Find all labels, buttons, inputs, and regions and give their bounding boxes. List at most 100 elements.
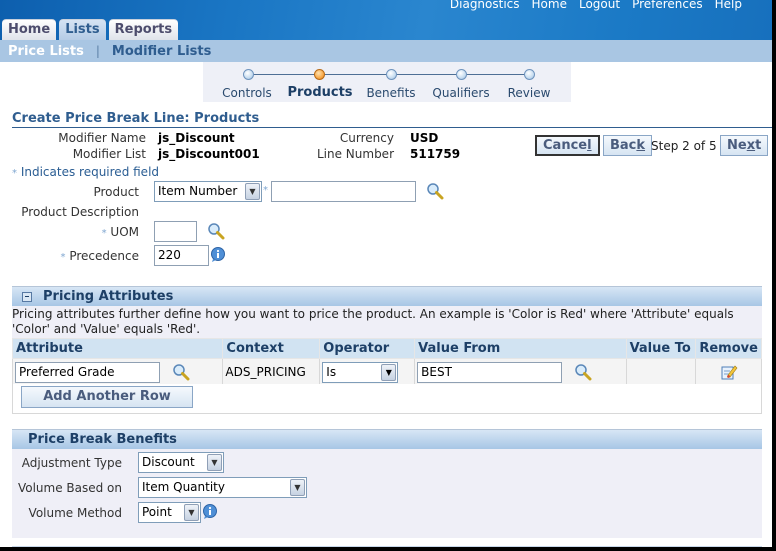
- chevron-down-icon: ▼: [290, 479, 305, 496]
- train-label-controls[interactable]: Controls: [222, 86, 272, 100]
- adjustment-type-select[interactable]: Discount ▼: [138, 452, 224, 473]
- back-accel: k: [636, 138, 646, 153]
- bottom-divider: [12, 546, 762, 547]
- subnav-modifier-lists[interactable]: Modifier Lists: [112, 44, 211, 59]
- page-title: Create Price Break Line: Products: [12, 111, 260, 126]
- branding-bar: Diagnostics Home Logout Preferences Help…: [0, 0, 772, 40]
- table-header-row: Attribute Context Operator Value From Va…: [11, 338, 762, 359]
- volume-based-on-value: Item Quantity: [142, 480, 225, 494]
- search-icon[interactable]: [426, 182, 444, 200]
- next-label: Ne: [727, 138, 747, 153]
- remove-cell: [695, 358, 762, 386]
- price-break-benefits-header: Price Break Benefits: [12, 429, 762, 449]
- pricing-attributes-title: Pricing Attributes: [43, 289, 174, 304]
- operator-cell: Is ▼: [319, 358, 416, 386]
- chevron-down-icon: ▼: [245, 183, 260, 200]
- search-icon[interactable]: [172, 363, 190, 381]
- attribute-cell: Preferred Grade: [11, 358, 224, 386]
- cancel-button[interactable]: Cancel: [535, 135, 600, 156]
- value-from-cell: BEST: [414, 358, 627, 386]
- remove-edit-icon[interactable]: [720, 363, 738, 381]
- column-header-operator: Operator: [319, 338, 416, 359]
- tab-bar: Home Lists Reports: [2, 19, 179, 40]
- chevron-down-icon: ▼: [207, 454, 222, 471]
- currency-value: USD: [410, 131, 439, 145]
- table-row: Preferred Grade ADS_PRICING Is ▼ BEST: [11, 358, 762, 386]
- step-indicator: Step 2 of 5: [651, 139, 717, 153]
- step-train: Controls Products Benefits Qualifiers Re…: [203, 62, 571, 102]
- uom-input[interactable]: [154, 221, 197, 242]
- volume-method-select[interactable]: Point ▼: [138, 502, 201, 523]
- subnav-price-lists[interactable]: Price Lists: [8, 44, 84, 59]
- collapse-icon[interactable]: [22, 292, 32, 302]
- product-input[interactable]: [271, 181, 416, 202]
- modifier-name-label: Modifier Name: [58, 131, 146, 145]
- column-header-context: Context: [222, 338, 321, 359]
- adjustment-type-value: Discount: [142, 455, 195, 469]
- train-label-review[interactable]: Review: [508, 86, 551, 100]
- required-note-text: Indicates required field: [20, 165, 160, 179]
- column-header-attribute: Attribute: [11, 338, 224, 359]
- currency-label: Currency: [339, 131, 394, 145]
- uom-label: * UOM: [102, 225, 139, 239]
- price-break-benefits-body: [12, 449, 762, 538]
- volume-based-on-select[interactable]: Item Quantity ▼: [138, 477, 307, 498]
- next-label-end: t: [755, 138, 762, 153]
- cancel-label: Cance: [543, 138, 588, 153]
- add-another-row-button[interactable]: Add Another Row: [21, 386, 193, 408]
- chevron-down-icon: ▼: [381, 363, 397, 381]
- global-link-preferences[interactable]: Preferences: [632, 0, 703, 11]
- uom-label-text: UOM: [110, 225, 139, 239]
- next-button[interactable]: Next: [720, 135, 769, 156]
- modifier-list-value: js_Discount001: [158, 147, 260, 161]
- train-stop-controls[interactable]: [243, 69, 254, 80]
- required-star-icon: *: [12, 168, 17, 179]
- precedence-input[interactable]: 220: [154, 245, 209, 266]
- required-star-icon: *: [101, 228, 107, 239]
- tab-reports[interactable]: Reports: [108, 19, 179, 40]
- product-type-select[interactable]: Item Number ▼: [154, 181, 262, 202]
- global-link-help[interactable]: Help: [715, 0, 742, 11]
- volume-method-label: Volume Method: [28, 506, 122, 520]
- operator-select[interactable]: Is ▼: [322, 361, 399, 383]
- subnav-separator: |: [95, 44, 100, 58]
- value-from-input[interactable]: BEST: [417, 361, 563, 383]
- line-number-value: 511759: [410, 147, 461, 161]
- back-button[interactable]: Back: [603, 135, 653, 156]
- required-star-icon: *: [263, 185, 268, 196]
- global-link-home[interactable]: Home: [532, 0, 567, 11]
- next-accel: x: [746, 138, 756, 153]
- search-icon[interactable]: [574, 363, 592, 381]
- back-label: Bac: [610, 138, 637, 153]
- column-header-value-to: Value To: [625, 338, 697, 359]
- volume-based-on-label: Volume Based on: [17, 481, 122, 495]
- global-link-logout[interactable]: Logout: [579, 0, 620, 11]
- precedence-label: * Precedence: [61, 249, 139, 263]
- product-description-label: Product Description: [21, 205, 139, 219]
- info-icon[interactable]: [210, 247, 226, 263]
- info-icon[interactable]: [202, 504, 218, 520]
- train-stop-qualifiers[interactable]: [456, 69, 467, 80]
- train-label-benefits[interactable]: Benefits: [366, 86, 415, 100]
- price-break-benefits-title: Price Break Benefits: [28, 432, 177, 447]
- adjustment-type-label: Adjustment Type: [21, 456, 122, 470]
- precedence-label-text: Precedence: [69, 249, 139, 263]
- title-divider: [12, 127, 772, 128]
- search-icon[interactable]: [207, 222, 225, 240]
- tab-home[interactable]: Home: [2, 19, 57, 40]
- context-cell: ADS_PRICING: [222, 358, 321, 386]
- value-to-cell: [625, 358, 697, 386]
- required-note: * Indicates required field: [12, 165, 159, 179]
- volume-method-value: Point: [142, 505, 172, 519]
- column-header-value-from: Value From: [414, 338, 627, 359]
- train-label-products: Products: [287, 85, 353, 100]
- pricing-attributes-table: Attribute Context Operator Value From Va…: [11, 338, 762, 386]
- column-header-remove: Remove: [695, 338, 762, 359]
- tab-lists[interactable]: Lists: [59, 19, 106, 40]
- train-label-qualifiers[interactable]: Qualifiers: [432, 86, 489, 100]
- train-stop-review[interactable]: [524, 69, 535, 80]
- chevron-down-icon: ▼: [184, 504, 199, 521]
- train-stop-benefits[interactable]: [386, 69, 397, 80]
- global-link-diagnostics[interactable]: Diagnostics: [450, 0, 520, 11]
- attribute-input[interactable]: Preferred Grade: [15, 361, 160, 383]
